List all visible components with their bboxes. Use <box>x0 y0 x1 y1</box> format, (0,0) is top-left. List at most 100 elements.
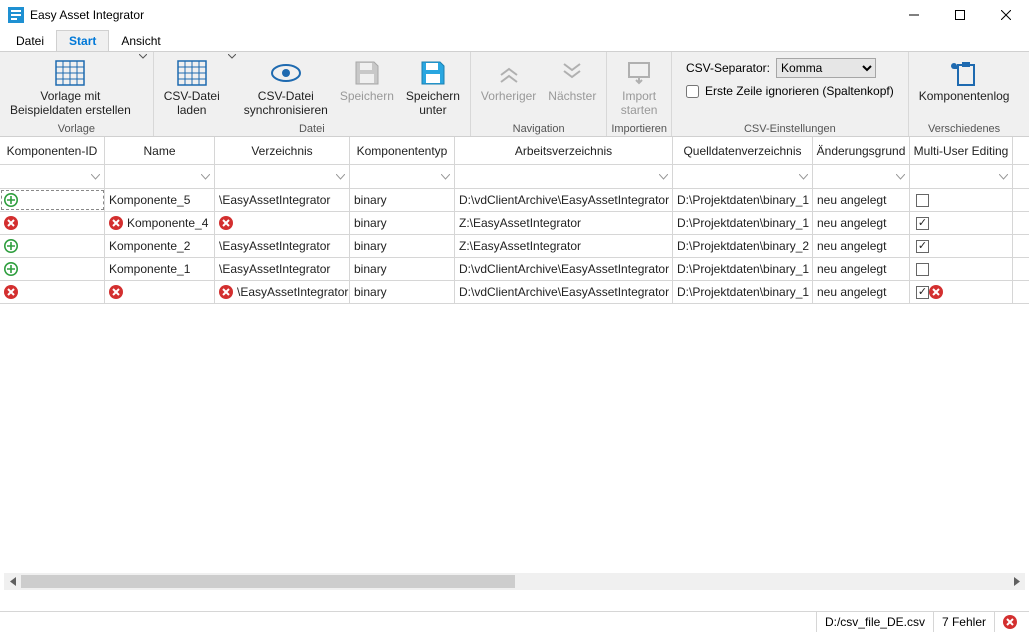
cell-arbeitsverzeichnis[interactable]: D:\vdClientArchive\EasyAssetIntegrator <box>455 281 673 303</box>
scroll-track[interactable] <box>21 573 1008 590</box>
cell-komponenten-id[interactable] <box>0 212 105 234</box>
speichern-unter-button[interactable]: Speichern unter <box>400 54 466 120</box>
cell-komponenten-id[interactable] <box>0 235 105 257</box>
table-row[interactable]: Komponente_2\EasyAssetIntegratorbinaryZ:… <box>0 235 1029 258</box>
filter-komponententyp[interactable] <box>350 165 455 188</box>
naechster-button[interactable]: Nächster <box>542 54 602 106</box>
table-row[interactable]: Komponente_1\EasyAssetIntegratorbinaryD:… <box>0 258 1029 281</box>
multiuser-checkbox[interactable] <box>916 240 929 253</box>
cell-komponententyp[interactable]: binary <box>350 235 455 257</box>
table-row[interactable]: Komponente_4 binaryZ:\EasyAssetIntegrator… <box>0 212 1029 235</box>
cell-aenderungsgrund[interactable]: neu angelegt <box>813 281 910 303</box>
cell-arbeitsverzeichnis[interactable]: D:\vdClientArchive\EasyAssetIntegrator <box>455 258 673 280</box>
multiuser-checkbox[interactable] <box>916 194 929 207</box>
cell-komponententyp[interactable]: binary <box>350 281 455 303</box>
cell-name[interactable]: Komponente_2 <box>105 235 215 257</box>
plus-circle-icon <box>4 239 18 253</box>
maximize-button[interactable] <box>937 0 983 30</box>
cell-aenderungsgrund[interactable]: neu angelegt <box>813 212 910 234</box>
col-aenderungsgrund[interactable]: Änderungsgrund <box>813 137 910 164</box>
cell-name[interactable]: Komponente_1 <box>105 258 215 280</box>
filter-arbeitsverzeichnis[interactable] <box>455 165 673 188</box>
cell-verzeichnis[interactable]: \EasyAssetIntegrator <box>215 281 350 303</box>
filter-aenderungsgrund[interactable] <box>813 165 910 188</box>
cell-komponenten-id[interactable] <box>0 258 105 280</box>
minimize-button[interactable] <box>891 0 937 30</box>
csv-first-line-checkbox[interactable] <box>686 85 699 98</box>
scroll-thumb[interactable] <box>21 575 515 588</box>
col-verzeichnis[interactable]: Verzeichnis <box>215 137 350 164</box>
cell-quelldaten[interactable]: D:\Projektdaten\binary_2 <box>673 235 813 257</box>
col-multiuser[interactable]: Multi-User Editing <box>910 137 1013 164</box>
cell-verzeichnis-text: \EasyAssetIntegrator <box>219 262 330 276</box>
cell-verzeichnis[interactable]: \EasyAssetIntegrator <box>215 258 350 280</box>
save-icon <box>354 60 380 86</box>
cell-aenderungsgrund[interactable]: neu angelegt <box>813 258 910 280</box>
filter-name[interactable] <box>105 165 215 188</box>
speichern-button[interactable]: Speichern <box>334 54 400 106</box>
cell-komponententyp[interactable]: binary <box>350 189 455 211</box>
import-starten-button[interactable]: Import starten <box>615 54 664 120</box>
cell-komponententyp[interactable]: binary <box>350 258 455 280</box>
multiuser-checkbox[interactable] <box>916 286 929 299</box>
cell-quelldaten[interactable]: D:\Projektdaten\binary_1 <box>673 281 813 303</box>
cell-verzeichnis[interactable]: \EasyAssetIntegrator <box>215 235 350 257</box>
status-file: D:/csv_file_DE.csv <box>816 612 933 632</box>
cell-multiuser[interactable] <box>910 212 1013 234</box>
multiuser-checkbox[interactable] <box>916 217 929 230</box>
table-row[interactable]: \EasyAssetIntegratorbinaryD:\vdClientArc… <box>0 281 1029 304</box>
cell-arbeitsverzeichnis[interactable]: Z:\EasyAssetIntegrator <box>455 212 673 234</box>
col-komponententyp[interactable]: Komponententyp <box>350 137 455 164</box>
col-name[interactable]: Name <box>105 137 215 164</box>
vorheriger-button[interactable]: Vorheriger <box>475 54 542 106</box>
close-button[interactable] <box>983 0 1029 30</box>
menu-start[interactable]: Start <box>56 30 109 51</box>
komponentenlog-button[interactable]: Komponentenlog <box>913 54 1016 106</box>
filter-quelldaten[interactable] <box>673 165 813 188</box>
csv-separator-label: CSV-Separator: <box>686 61 770 75</box>
csv-laden-button[interactable]: CSV-Datei laden <box>158 54 226 120</box>
cell-name[interactable]: Komponente_4 <box>105 212 215 234</box>
scroll-right-button[interactable] <box>1008 573 1025 590</box>
multiuser-checkbox[interactable] <box>916 263 929 276</box>
table-row[interactable]: Komponente_5\EasyAssetIntegratorbinary D:… <box>0 189 1029 212</box>
scroll-left-button[interactable] <box>4 573 21 590</box>
cell-aenderungsgrund[interactable]: neu angelegt <box>813 235 910 257</box>
cell-multiuser[interactable] <box>910 235 1013 257</box>
cell-quelldaten[interactable]: D:\Projektdaten\binary_1 <box>673 212 813 234</box>
chevron-down-icon <box>201 174 210 180</box>
cell-name[interactable]: Komponente_5 <box>105 189 215 211</box>
menu-ansicht[interactable]: Ansicht <box>109 30 172 51</box>
filter-komponenten-id[interactable] <box>0 165 105 188</box>
cell-multiuser[interactable] <box>910 281 1013 303</box>
cell-quelldaten[interactable]: D:\Projektdaten\binary_1 <box>673 189 813 211</box>
csv-sync-button[interactable]: CSV-Datei synchronisieren <box>238 54 334 120</box>
cell-arb-text: D:\vdClientArchive\EasyAssetIntegrator <box>459 193 669 207</box>
horizontal-scrollbar[interactable] <box>4 573 1025 590</box>
col-quelldaten[interactable]: Quelldatenverzeichnis <box>673 137 813 164</box>
cell-quelldaten[interactable]: D:\Projektdaten\binary_1 <box>673 258 813 280</box>
col-komponenten-id[interactable]: Komponenten-ID <box>0 137 105 164</box>
filter-verzeichnis[interactable] <box>215 165 350 188</box>
filter-multiuser[interactable] <box>910 165 1013 188</box>
csv-separator-select[interactable]: Komma <box>776 58 876 78</box>
cell-quell-text: D:\Projektdaten\binary_1 <box>677 262 809 276</box>
import-starten-label: Import starten <box>621 90 658 118</box>
cell-komponententyp[interactable]: binary <box>350 212 455 234</box>
cell-verzeichnis-text: \EasyAssetIntegrator <box>237 285 348 299</box>
cell-aenderungsgrund[interactable]: neu angelegt <box>813 189 910 211</box>
vorlage-dropdown[interactable] <box>137 54 149 59</box>
cell-multiuser[interactable] <box>910 258 1013 280</box>
cell-arbeitsverzeichnis[interactable]: Z:\EasyAssetIntegrator <box>455 235 673 257</box>
cell-multiuser[interactable] <box>910 189 1013 211</box>
cell-arbeitsverzeichnis[interactable]: D:\vdClientArchive\EasyAssetIntegrator <box>455 189 673 211</box>
cell-komponenten-id[interactable] <box>0 189 105 211</box>
vorlage-erstellen-button[interactable]: Vorlage mit Beispieldaten erstellen <box>4 54 137 120</box>
cell-verzeichnis[interactable] <box>215 212 350 234</box>
col-arbeitsverzeichnis[interactable]: Arbeitsverzeichnis <box>455 137 673 164</box>
cell-komponenten-id[interactable] <box>0 281 105 303</box>
cell-name[interactable] <box>105 281 215 303</box>
menu-datei[interactable]: Datei <box>4 30 56 51</box>
cell-verzeichnis[interactable]: \EasyAssetIntegrator <box>215 189 350 211</box>
csv-laden-dropdown[interactable] <box>226 54 238 59</box>
